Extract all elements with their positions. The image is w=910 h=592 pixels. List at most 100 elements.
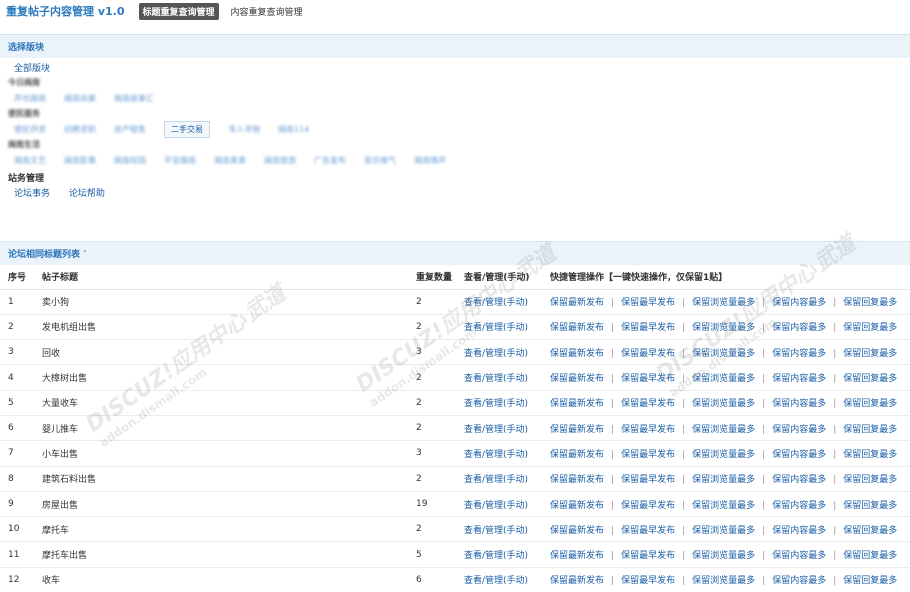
action-link[interactable]: 保留回复最多 xyxy=(843,576,897,586)
forum-item[interactable]: 闽南文艺 xyxy=(14,155,46,166)
action-link[interactable]: 保留浏览量最多 xyxy=(692,501,755,511)
forum-item[interactable]: 声也闽南 xyxy=(14,93,46,104)
view-manage-link[interactable]: 查看/管理(手动) xyxy=(464,323,528,333)
action-link[interactable]: 保留浏览量最多 xyxy=(692,374,755,384)
action-link[interactable]: 保留最新发布 xyxy=(550,551,604,561)
view-manage-link[interactable]: 查看/管理(手动) xyxy=(464,475,528,485)
forum-item[interactable]: 闽南情声 xyxy=(414,155,446,166)
action-link[interactable]: 保留内容最多 xyxy=(772,501,826,511)
action-link[interactable]: 保留内容最多 xyxy=(772,551,826,561)
action-link[interactable]: 保留最早发布 xyxy=(621,323,675,333)
action-link[interactable]: 保留最早发布 xyxy=(621,526,675,536)
view-manage-link[interactable]: 查看/管理(手动) xyxy=(464,551,528,561)
action-link[interactable]: 保留最早发布 xyxy=(621,576,675,586)
action-link[interactable]: 保留最早发布 xyxy=(621,475,675,485)
forum-item[interactable]: 房产租售 xyxy=(114,124,146,135)
forum-item[interactable]: 闽南旅游 xyxy=(264,155,296,166)
action-link[interactable]: 保留最早发布 xyxy=(621,374,675,384)
action-link[interactable]: 保留回复最多 xyxy=(843,501,897,511)
action-link[interactable]: 保留浏览量最多 xyxy=(692,399,755,409)
forum-item[interactable]: 音乐嗅气 xyxy=(364,155,396,166)
action-link[interactable]: 保留回复最多 xyxy=(843,425,897,435)
action-link[interactable]: 保留最新发布 xyxy=(550,374,604,384)
forum-item[interactable]: 闽南114 xyxy=(278,124,309,135)
action-link[interactable]: 保留最新发布 xyxy=(550,450,604,460)
action-link[interactable]: 保留浏览量最多 xyxy=(692,450,755,460)
action-link[interactable]: 保留最新发布 xyxy=(550,475,604,485)
forum-item-selected[interactable]: 二手交易 xyxy=(164,120,210,138)
forum-item[interactable]: 平安闽南 xyxy=(164,155,196,166)
view-manage-link[interactable]: 查看/管理(手动) xyxy=(464,374,528,384)
action-link[interactable]: 保留浏览量最多 xyxy=(692,551,755,561)
action-link[interactable]: 保留最早发布 xyxy=(621,450,675,460)
action-link[interactable]: 保留内容最多 xyxy=(772,323,826,333)
action-link[interactable]: 保留回复最多 xyxy=(843,374,897,384)
view-manage-link[interactable]: 查看/管理(手动) xyxy=(464,526,528,536)
action-link[interactable]: 保留最新发布 xyxy=(550,425,604,435)
view-manage-link[interactable]: 查看/管理(手动) xyxy=(464,349,528,359)
chevron-down-icon[interactable]: ˅ xyxy=(83,250,87,258)
view-manage-link[interactable]: 查看/管理(手动) xyxy=(464,576,528,586)
action-link[interactable]: 保留内容最多 xyxy=(772,425,826,435)
action-link[interactable]: 保留内容最多 xyxy=(772,399,826,409)
row-count: 3 xyxy=(416,339,464,366)
action-link[interactable]: 保留内容最多 xyxy=(772,349,826,359)
action-link[interactable]: 保留回复最多 xyxy=(843,298,897,308)
tab-title-duplicate[interactable]: 标题重复查询管理 xyxy=(138,2,219,20)
forum-item-help[interactable]: 论坛帮助 xyxy=(69,189,105,199)
view-manage-link[interactable]: 查看/管理(手动) xyxy=(464,399,528,409)
action-link[interactable]: 保留最早发布 xyxy=(621,501,675,511)
action-link[interactable]: 保留内容最多 xyxy=(772,576,826,586)
action-link[interactable]: 保留浏览量最多 xyxy=(692,323,755,333)
action-link[interactable]: 保留回复最多 xyxy=(843,526,897,536)
action-link[interactable]: 保留最早发布 xyxy=(621,349,675,359)
action-link[interactable]: 保留回复最多 xyxy=(843,349,897,359)
action-link[interactable]: 保留回复最多 xyxy=(843,475,897,485)
action-link[interactable]: 保留内容最多 xyxy=(772,374,826,384)
all-forums-link[interactable]: 全部版块 xyxy=(8,62,902,76)
view-manage-link[interactable]: 查看/管理(手动) xyxy=(464,298,528,308)
duplicate-list-header[interactable]: 论坛相同标题列表 ˅ xyxy=(0,241,910,265)
forum-item[interactable]: 广告发布 xyxy=(314,155,346,166)
action-link[interactable]: 保留内容最多 xyxy=(772,475,826,485)
action-link[interactable]: 保留浏览量最多 xyxy=(692,475,755,485)
forum-item[interactable]: 寻人寻物 xyxy=(228,124,260,135)
action-link[interactable]: 保留最新发布 xyxy=(550,399,604,409)
action-link[interactable]: 保留最早发布 xyxy=(621,399,675,409)
forum-item[interactable]: 闽南说案 xyxy=(64,93,96,104)
forum-item[interactable]: 便民供求 xyxy=(14,124,46,135)
tab-content-duplicate[interactable]: 内容重复查询管理 xyxy=(227,3,307,20)
action-link[interactable]: 保留回复最多 xyxy=(843,450,897,460)
action-link[interactable]: 保留最新发布 xyxy=(550,349,604,359)
forum-item-affairs[interactable]: 论坛事务 xyxy=(14,189,50,199)
view-manage-link[interactable]: 查看/管理(手动) xyxy=(464,501,528,511)
action-link[interactable]: 保留浏览量最多 xyxy=(692,425,755,435)
action-link[interactable]: 保留内容最多 xyxy=(772,526,826,536)
view-manage-link[interactable]: 查看/管理(手动) xyxy=(464,450,528,460)
action-link[interactable]: 保留内容最多 xyxy=(772,450,826,460)
view-manage-link[interactable]: 查看/管理(手动) xyxy=(464,425,528,435)
action-link[interactable]: 保留浏览量最多 xyxy=(692,526,755,536)
action-link[interactable]: 保留最早发布 xyxy=(621,298,675,308)
forum-item[interactable]: 闽南校园 xyxy=(114,155,146,166)
col-count: 重复数量 xyxy=(416,265,464,290)
action-separator: | xyxy=(682,374,686,385)
forum-item[interactable]: 闽南影像 xyxy=(64,155,96,166)
action-link[interactable]: 保留浏览量最多 xyxy=(692,349,755,359)
forum-item[interactable]: 闽南故事汇 xyxy=(114,93,154,104)
action-link[interactable]: 保留回复最多 xyxy=(843,551,897,561)
action-link[interactable]: 保留最新发布 xyxy=(550,501,604,511)
action-link[interactable]: 保留最新发布 xyxy=(550,323,604,333)
forum-item[interactable]: 闽南美食 xyxy=(214,155,246,166)
action-link[interactable]: 保留最早发布 xyxy=(621,425,675,435)
forum-item[interactable]: 招聘求职 xyxy=(64,124,96,135)
action-link[interactable]: 保留浏览量最多 xyxy=(692,576,755,586)
action-link[interactable]: 保留最新发布 xyxy=(550,298,604,308)
action-link[interactable]: 保留浏览量最多 xyxy=(692,298,755,308)
action-link[interactable]: 保留最早发布 xyxy=(621,551,675,561)
action-link[interactable]: 保留最新发布 xyxy=(550,576,604,586)
action-link[interactable]: 保留回复最多 xyxy=(843,399,897,409)
action-link[interactable]: 保留回复最多 xyxy=(843,323,897,333)
action-link[interactable]: 保留最新发布 xyxy=(550,526,604,536)
action-link[interactable]: 保留内容最多 xyxy=(772,298,826,308)
